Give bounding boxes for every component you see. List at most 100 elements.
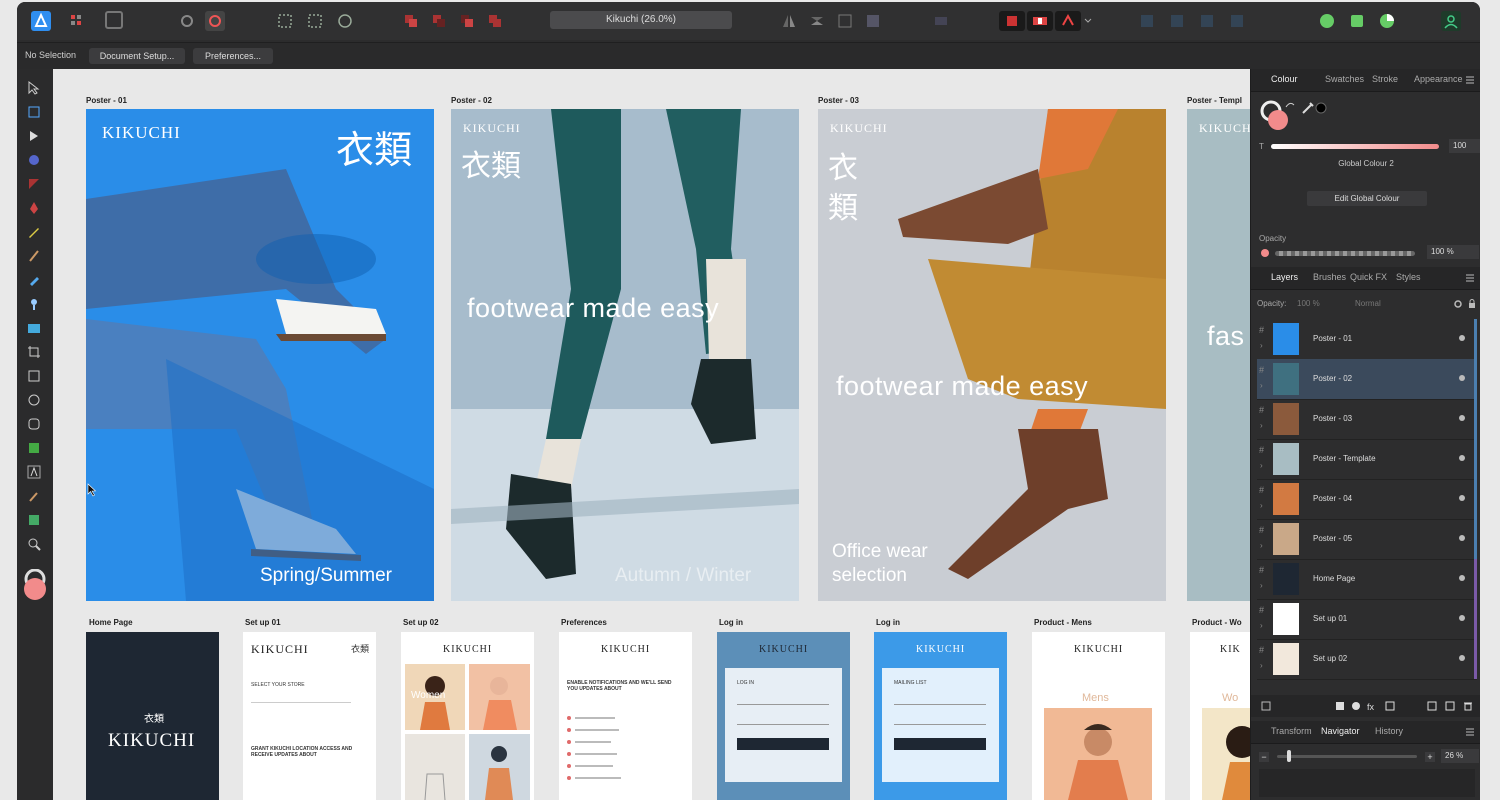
gear-icon[interactable]	[1453, 299, 1463, 309]
pencil-tool-icon[interactable]	[27, 225, 41, 239]
zoom-in-button[interactable]: +	[1425, 752, 1435, 762]
tab-navigator[interactable]: Navigator	[1321, 726, 1360, 736]
panel-menu-icon[interactable]	[1465, 75, 1475, 85]
zoom-out-button[interactable]: −	[1259, 752, 1269, 762]
visibility-toggle[interactable]	[1459, 535, 1465, 541]
persona-export-icon[interactable]	[1055, 11, 1081, 31]
zoom-tool-icon[interactable]	[27, 537, 41, 551]
group-layers-icon[interactable]	[1445, 701, 1455, 711]
poster-02[interactable]: KIKUCHI 衣類 footwear made easy Autumn / W…	[451, 109, 799, 601]
visibility-toggle[interactable]	[1459, 375, 1465, 381]
zoom-slider-handle[interactable]	[1287, 750, 1291, 762]
artboard-log-in-2[interactable]: KIKUCHI MAILING LIST	[874, 632, 1007, 800]
app-logo-icon[interactable]	[31, 11, 51, 31]
eyedropper-icon[interactable]	[1301, 101, 1315, 115]
login-button[interactable]	[737, 738, 829, 750]
visibility-toggle[interactable]	[1459, 655, 1465, 661]
expand-chevron-icon[interactable]: ›	[1260, 381, 1263, 390]
mail-field[interactable]	[894, 724, 986, 725]
boolean-subtract-icon[interactable]	[429, 11, 449, 31]
add-pixel-layer-icon[interactable]	[1427, 701, 1437, 711]
insert-behind-icon[interactable]	[1167, 11, 1187, 31]
brush-tool-icon[interactable]	[27, 249, 41, 263]
poster-03[interactable]: KIKUCHI 衣 類 footwear made easy Office we…	[818, 109, 1166, 601]
navigator-preview[interactable]	[1259, 769, 1475, 797]
document-title[interactable]: Kikuchi (26.0%)	[550, 11, 732, 29]
tab-quick-fx[interactable]: Quick FX	[1350, 272, 1387, 282]
pen-tool-icon[interactable]	[27, 201, 41, 215]
boolean-intersect-icon[interactable]	[457, 11, 477, 31]
poster-template[interactable]: KIKUCHI fas	[1187, 109, 1250, 601]
tab-styles[interactable]: Styles	[1396, 272, 1421, 282]
persona-pixel-icon[interactable]	[1027, 11, 1053, 31]
export-persona-icon[interactable]	[105, 11, 123, 29]
studio-colour-icon[interactable]	[1317, 11, 1337, 31]
poster-01[interactable]: KIKUCHI 衣類 Spring/Summer	[86, 109, 434, 601]
expand-chevron-icon[interactable]: ›	[1260, 581, 1263, 590]
rotate-icon[interactable]	[835, 11, 855, 31]
group-icon[interactable]	[335, 11, 355, 31]
transparency-gradient-icon[interactable]	[27, 513, 41, 527]
flip-vertical-icon[interactable]	[807, 11, 827, 31]
zoom-slider[interactable]	[1277, 755, 1417, 758]
insert-icon[interactable]	[1137, 11, 1157, 31]
password-field[interactable]	[737, 724, 829, 725]
adjustment-icon[interactable]	[1351, 701, 1361, 711]
tab-colour[interactable]: Colour	[1271, 74, 1298, 84]
layer-row[interactable]: # › Set up 02	[1257, 639, 1477, 680]
expand-chevron-icon[interactable]: ›	[1260, 501, 1263, 510]
expand-chevron-icon[interactable]: ›	[1260, 621, 1263, 630]
opacity-slider[interactable]	[1275, 251, 1415, 256]
expand-chevron-icon[interactable]: ›	[1260, 541, 1263, 550]
visibility-toggle[interactable]	[1459, 495, 1465, 501]
rectangle-tool-icon[interactable]	[27, 369, 41, 383]
rounded-rect-tool-icon[interactable]	[27, 417, 41, 431]
artboard-product-mens[interactable]: KIKUCHI Mens	[1032, 632, 1165, 800]
tab-appearance[interactable]: Appearance	[1414, 74, 1463, 84]
tab-brushes[interactable]: Brushes	[1313, 272, 1346, 282]
mask-layer-icon[interactable]	[1335, 701, 1345, 711]
zoom-value[interactable]: 26 %	[1441, 749, 1479, 763]
canvas[interactable]: Poster - 01 KIKUCHI 衣類 Spring/Summer Pos…	[53, 69, 1250, 800]
studio-swatch-icon[interactable]	[1347, 11, 1367, 31]
pixel-persona-icon[interactable]	[67, 11, 87, 31]
layer-opacity-value[interactable]: 100 %	[1297, 299, 1320, 308]
boolean-add-icon[interactable]	[401, 11, 421, 31]
text-tool-icon[interactable]	[27, 465, 41, 479]
user-account-icon[interactable]	[1441, 11, 1461, 31]
panel-menu-icon[interactable]	[1465, 273, 1475, 283]
flip-horizontal-icon[interactable]	[779, 11, 799, 31]
artboard-preferences[interactable]: KIKUCHI ENABLE NOTIFICATIONS AND WE'LL S…	[559, 632, 692, 800]
artboard-log-in-1[interactable]: KIKUCHI LOG IN	[717, 632, 850, 800]
document-setup-button[interactable]: Document Setup...	[89, 48, 185, 64]
preferences-button[interactable]: Preferences...	[193, 48, 273, 64]
persona-vector-icon[interactable]	[999, 11, 1025, 31]
name-field[interactable]	[894, 704, 986, 705]
expand-chevron-icon[interactable]: ›	[1260, 341, 1263, 350]
black-swatch-icon[interactable]	[1315, 102, 1327, 114]
shape-tool-icon[interactable]	[27, 441, 41, 455]
visibility-toggle[interactable]	[1459, 415, 1465, 421]
artboard-tool-icon[interactable]	[27, 105, 41, 119]
expand-chevron-icon[interactable]: ›	[1260, 421, 1263, 430]
move-tool-icon[interactable]	[27, 81, 41, 95]
insert-top-icon[interactable]	[1197, 11, 1217, 31]
corner-tool-icon[interactable]	[27, 177, 41, 191]
fill-stroke-icon[interactable]	[21, 569, 49, 609]
lock-icon[interactable]	[1467, 299, 1477, 309]
tab-swatches[interactable]: Swatches	[1325, 74, 1364, 84]
visibility-toggle[interactable]	[1459, 455, 1465, 461]
panel-menu-icon[interactable]	[1465, 727, 1475, 737]
ellipse-tool-icon[interactable]	[27, 393, 41, 407]
crop-tool-icon[interactable]	[27, 345, 41, 359]
boolean-xor-icon[interactable]	[485, 11, 505, 31]
arrange-icon[interactable]	[863, 11, 883, 31]
align-icon[interactable]	[275, 11, 295, 31]
artboard-home-page[interactable]: 衣類 KIKUCHI	[86, 632, 219, 800]
layer-row[interactable]: # › Poster - 03	[1257, 399, 1477, 440]
email-field[interactable]	[737, 704, 829, 705]
fill-tool-icon[interactable]	[27, 273, 41, 287]
visibility-toggle[interactable]	[1459, 575, 1465, 581]
live-filter-icon[interactable]	[1385, 701, 1395, 711]
snapping-icon[interactable]	[205, 11, 225, 31]
